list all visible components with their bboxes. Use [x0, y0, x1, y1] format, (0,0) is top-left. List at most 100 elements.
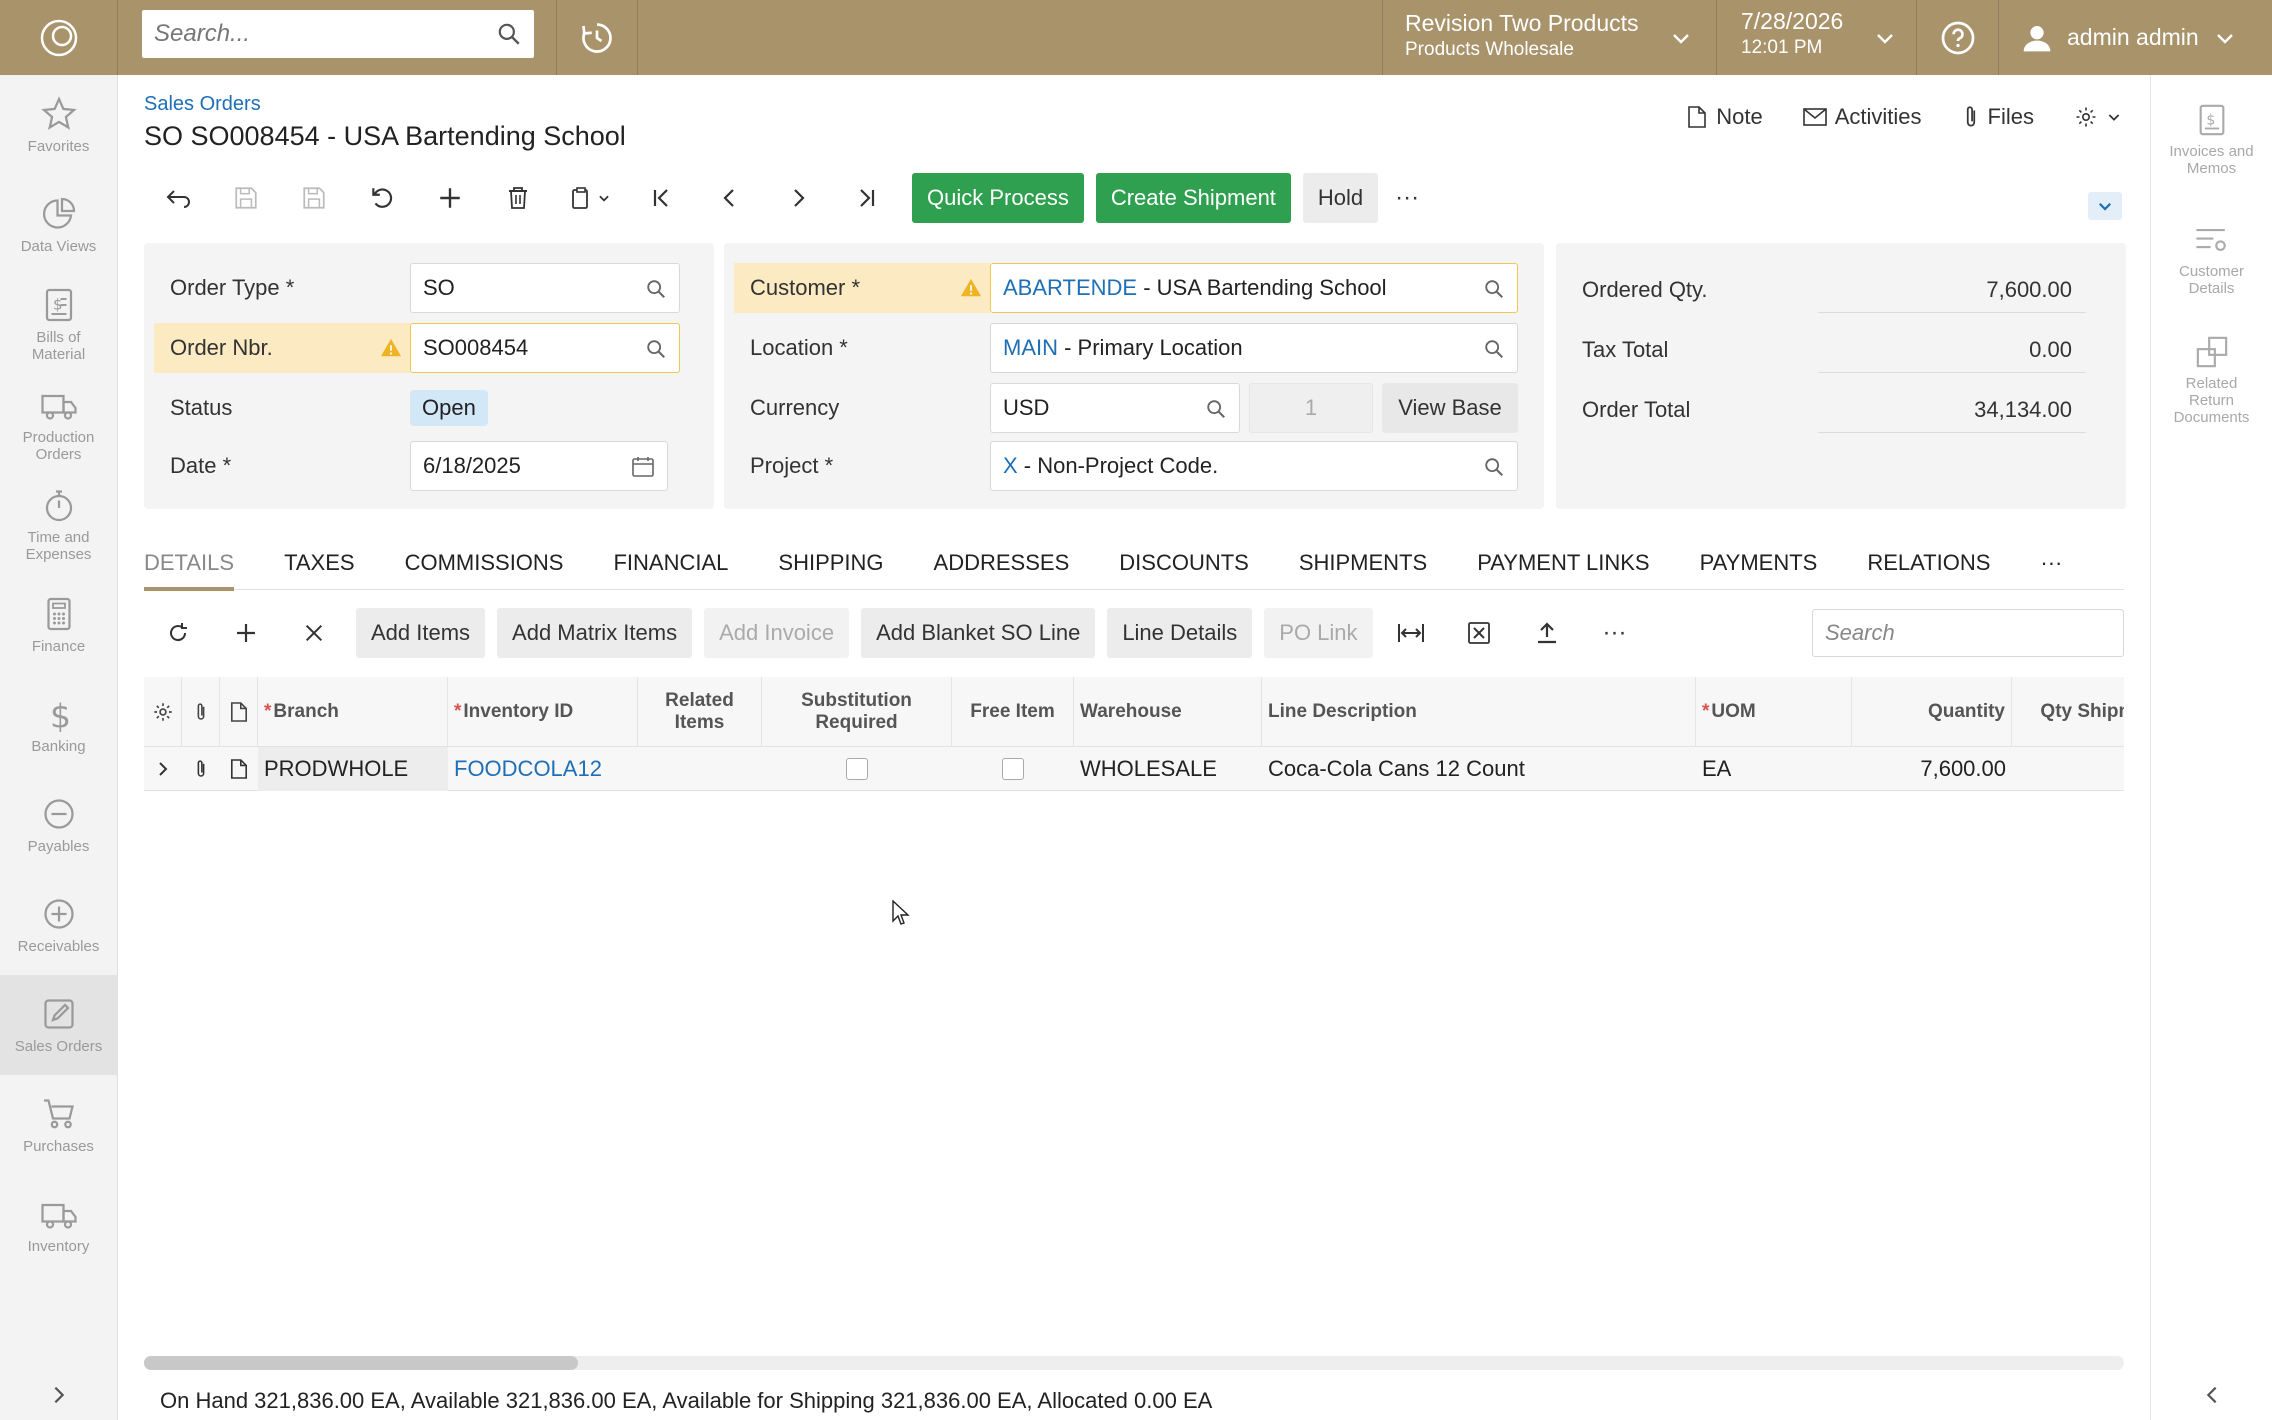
nav-purchases[interactable]: Purchases — [0, 1075, 117, 1175]
related-return-documents[interactable]: Related Return Documents — [2151, 315, 2272, 435]
cancel-button[interactable] — [348, 172, 416, 224]
search-icon[interactable] — [496, 21, 522, 47]
cell-uom[interactable]: EA — [1696, 747, 1852, 791]
copy-paste-menu[interactable] — [552, 172, 628, 224]
collapse-header-button[interactable] — [2088, 192, 2122, 220]
collapse-panel-button[interactable] — [2151, 1370, 2272, 1420]
view-base-button[interactable]: View Base — [1382, 383, 1518, 433]
nav-data-views[interactable]: Data Views — [0, 175, 117, 275]
tab-addresses[interactable]: ADDRESSES — [934, 540, 1070, 590]
global-search-input[interactable] — [154, 20, 496, 48]
related-customer-details[interactable]: Customer Details — [2151, 195, 2272, 315]
delete-button[interactable] — [484, 172, 552, 224]
column-header-warehouse[interactable]: Warehouse — [1074, 677, 1262, 747]
calendar-icon[interactable] — [631, 456, 655, 478]
nav-time-and-expenses[interactable]: Time and Expenses — [0, 475, 117, 575]
column-header-qty-shipped[interactable]: Qty Shipme — [2012, 677, 2124, 747]
tabs-more-button[interactable]: ··· — [2040, 540, 2062, 590]
substitution-required-checkbox[interactable] — [846, 758, 868, 780]
nav-production-orders[interactable]: Production Orders — [0, 375, 117, 475]
search-icon[interactable] — [645, 338, 667, 360]
activities-button[interactable]: Activities — [1802, 104, 1922, 130]
recent-history-button[interactable] — [556, 0, 638, 75]
add-blanket-so-line-button[interactable]: Add Blanket SO Line — [861, 608, 1096, 658]
column-header-line-description[interactable]: Line Description — [1262, 677, 1696, 747]
cell-inventory-id[interactable]: FOODCOLA12 — [448, 747, 638, 791]
user-menu[interactable]: admin admin — [1998, 0, 2272, 75]
column-header-related-items[interactable]: Related Items — [638, 677, 762, 747]
tab-details[interactable]: DETAILS — [144, 540, 235, 591]
next-record-button[interactable] — [764, 172, 832, 224]
tab-commissions[interactable]: COMMISSIONS — [405, 540, 564, 590]
tab-financial[interactable]: FINANCIAL — [613, 540, 728, 590]
line-details-button[interactable]: Line Details — [1107, 608, 1253, 658]
grid-more-button[interactable]: ··· — [1581, 607, 1649, 659]
cell-warehouse[interactable]: WHOLESALE — [1074, 747, 1262, 791]
customer-id-link[interactable]: ABARTENDE — [1003, 275, 1137, 301]
add-row-button[interactable] — [212, 607, 280, 659]
tab-payments[interactable]: PAYMENTS — [1700, 540, 1818, 590]
first-record-button[interactable] — [628, 172, 696, 224]
project-id-link[interactable]: X — [1003, 453, 1018, 479]
files-button[interactable]: Files — [1962, 104, 2034, 130]
cell-free-item[interactable] — [952, 747, 1074, 791]
add-items-button[interactable]: Add Items — [356, 608, 486, 658]
cell-branch[interactable]: PRODWHOLE — [258, 747, 448, 791]
settings-menu-button[interactable] — [2074, 105, 2122, 129]
search-icon[interactable] — [1205, 398, 1227, 420]
column-header-inventory-id[interactable]: * Inventory ID — [448, 677, 638, 747]
export-excel-button[interactable] — [1445, 607, 1513, 659]
breadcrumb[interactable]: Sales Orders — [144, 93, 261, 116]
column-header-uom[interactable]: * UOM — [1696, 677, 1852, 747]
currency-field[interactable]: USD — [990, 383, 1240, 433]
hold-button[interactable]: Hold — [1302, 173, 1379, 223]
company-selector[interactable]: Revision Two Products Products Wholesale — [1382, 0, 1716, 75]
create-shipment-button[interactable]: Create Shipment — [1095, 173, 1291, 223]
add-invoice-button[interactable]: Add Invoice — [704, 608, 850, 658]
save-and-close-button[interactable] — [212, 172, 280, 224]
column-header-quantity[interactable]: Quantity — [1852, 677, 2012, 747]
date-field[interactable]: 6/18/2025 — [410, 441, 668, 491]
fit-columns-button[interactable] — [1377, 607, 1445, 659]
cell-line-description[interactable]: Coca-Cola Cans 12 Count — [1262, 747, 1696, 791]
last-record-button[interactable] — [832, 172, 900, 224]
column-settings-button[interactable] — [144, 677, 182, 747]
table-row[interactable]: PRODWHOLE FOODCOLA12 WHOLESALE Coca-Cola… — [144, 747, 2124, 791]
grid-horizontal-scrollbar[interactable] — [144, 1356, 2124, 1370]
expand-nav-button[interactable] — [0, 1370, 118, 1420]
add-matrix-items-button[interactable]: Add Matrix Items — [497, 608, 693, 658]
scrollbar-thumb[interactable] — [144, 1356, 578, 1370]
cell-quantity[interactable]: 7,600.00 — [1852, 747, 2012, 791]
row-note-button[interactable] — [220, 747, 258, 791]
help-button[interactable] — [1916, 0, 1998, 75]
back-button[interactable] — [144, 172, 212, 224]
location-id-link[interactable]: MAIN — [1003, 335, 1058, 361]
grid-search-input[interactable] — [1825, 620, 2117, 646]
tab-discounts[interactable]: DISCOUNTS — [1119, 540, 1249, 590]
quick-process-button[interactable]: Quick Process — [912, 173, 1084, 223]
row-attachment-button[interactable] — [182, 747, 220, 791]
order-type-field[interactable]: SO — [410, 263, 680, 313]
tab-payment-links[interactable]: PAYMENT LINKS — [1477, 540, 1649, 590]
delete-row-button[interactable] — [280, 607, 348, 659]
nav-receivables[interactable]: Receivables — [0, 875, 117, 975]
nav-finance[interactable]: Finance — [0, 575, 117, 675]
refresh-button[interactable] — [144, 607, 212, 659]
tab-taxes[interactable]: TAXES — [284, 540, 355, 590]
nav-sales-orders[interactable]: Sales Orders — [0, 975, 117, 1075]
nav-bills-of-material[interactable]: $ Bills of Material — [0, 275, 117, 375]
order-nbr-field[interactable]: SO008454 — [410, 323, 680, 373]
location-field[interactable]: MAIN - Primary Location — [990, 323, 1518, 373]
free-item-checkbox[interactable] — [1002, 758, 1024, 780]
column-header-free-item[interactable]: Free Item — [952, 677, 1074, 747]
cell-related-items[interactable] — [638, 747, 762, 791]
related-invoices-and-memos[interactable]: $ Invoices and Memos — [2151, 75, 2272, 195]
search-icon[interactable] — [1483, 456, 1505, 478]
expand-row-button[interactable] — [144, 747, 182, 791]
search-icon[interactable] — [1483, 338, 1505, 360]
business-date-selector[interactable]: 7/28/2026 12:01 PM — [1716, 0, 1916, 75]
cell-qty-shipped[interactable]: 0 — [2012, 747, 2124, 791]
note-button[interactable]: Note — [1686, 104, 1763, 130]
upload-button[interactable] — [1513, 607, 1581, 659]
app-logo[interactable] — [0, 0, 118, 75]
